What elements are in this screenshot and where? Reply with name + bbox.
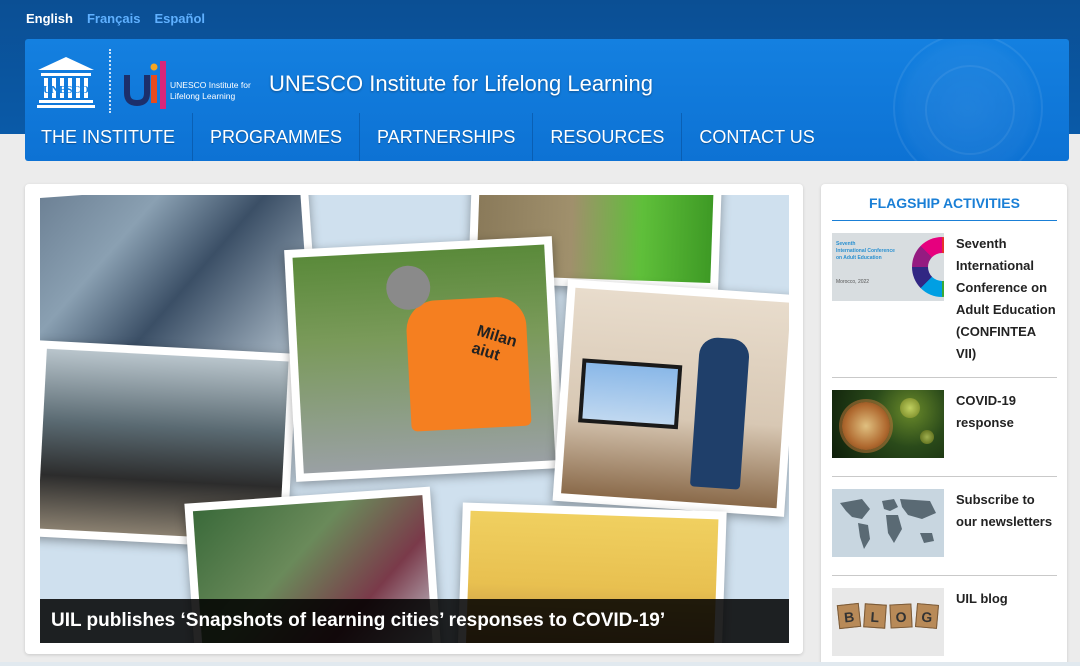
newsletters-label: Subscribe to our newsletters <box>956 492 1053 529</box>
language-bar: English Français Español <box>26 11 205 26</box>
covid-response-label: COVID-19 response <box>956 393 1016 430</box>
world-map-thumbnail <box>832 489 944 557</box>
photo-orange-vest-volunteer: Milan aiut <box>284 236 564 482</box>
lang-english[interactable]: English <box>26 11 73 26</box>
nav-the-institute[interactable]: THE INSTITUTE <box>25 113 193 161</box>
lang-spanish[interactable]: Español <box>154 11 205 26</box>
main-nav: THE INSTITUTE PROGRAMMES PARTNERSHIPS RE… <box>25 113 832 161</box>
site-title[interactable]: UNESCO Institute for Lifelong Learning <box>269 71 653 97</box>
blog-blocks-thumbnail: B L O G <box>832 588 944 656</box>
flagship-item-blog[interactable]: B L O G UIL blog <box>832 576 1057 666</box>
flagship-item-covid[interactable]: COVID-19 response <box>832 378 1057 477</box>
un-emblem-watermark <box>893 39 1043 161</box>
flagship-activities-title: FLAGSHIP ACTIVITIES <box>832 192 1057 221</box>
covid-virus-thumbnail <box>832 390 944 458</box>
hero-caption[interactable]: UIL publishes ‘Snapshots of learning cit… <box>40 599 789 643</box>
uil-logo-subtitle: UNESCO Institute for Lifelong Learning <box>170 80 251 101</box>
flagship-item-confintea[interactable]: Seventh International Conference on Adul… <box>832 221 1057 378</box>
photo-tv-lesson <box>552 279 789 517</box>
unesco-logo[interactable]: UNESCO <box>35 55 97 111</box>
hero-collage[interactable]: Milan aiut UIL publishes ‘Snapshots of l… <box>40 195 789 643</box>
nav-programmes[interactable]: PROGRAMMES <box>193 113 361 161</box>
confintea-thumbnail: Seventh International Conference on Adul… <box>832 233 944 301</box>
confintea-label: Seventh International Conference on Adul… <box>956 236 1056 361</box>
uil-logo[interactable] <box>123 55 169 111</box>
svg-text:UNESCO: UNESCO <box>43 84 89 96</box>
featured-card: Milan aiut UIL publishes ‘Snapshots of l… <box>25 184 803 654</box>
world-map-icon <box>840 499 936 549</box>
bottom-strip <box>0 662 1080 666</box>
logo-divider <box>109 49 111 113</box>
flagship-activities-panel: FLAGSHIP ACTIVITIES Seventh Internationa… <box>821 184 1067 666</box>
lang-french[interactable]: Français <box>87 11 140 26</box>
site-header: UNESCO UNESCO Institute for Lifelong Lea… <box>25 39 1069 161</box>
flagship-item-newsletters[interactable]: Subscribe to our newsletters <box>832 477 1057 576</box>
nav-resources[interactable]: RESOURCES <box>533 113 683 161</box>
nav-partnerships[interactable]: PARTNERSHIPS <box>360 113 534 161</box>
blog-label: UIL blog <box>956 591 1008 606</box>
nav-contact-us[interactable]: CONTACT US <box>682 113 831 161</box>
